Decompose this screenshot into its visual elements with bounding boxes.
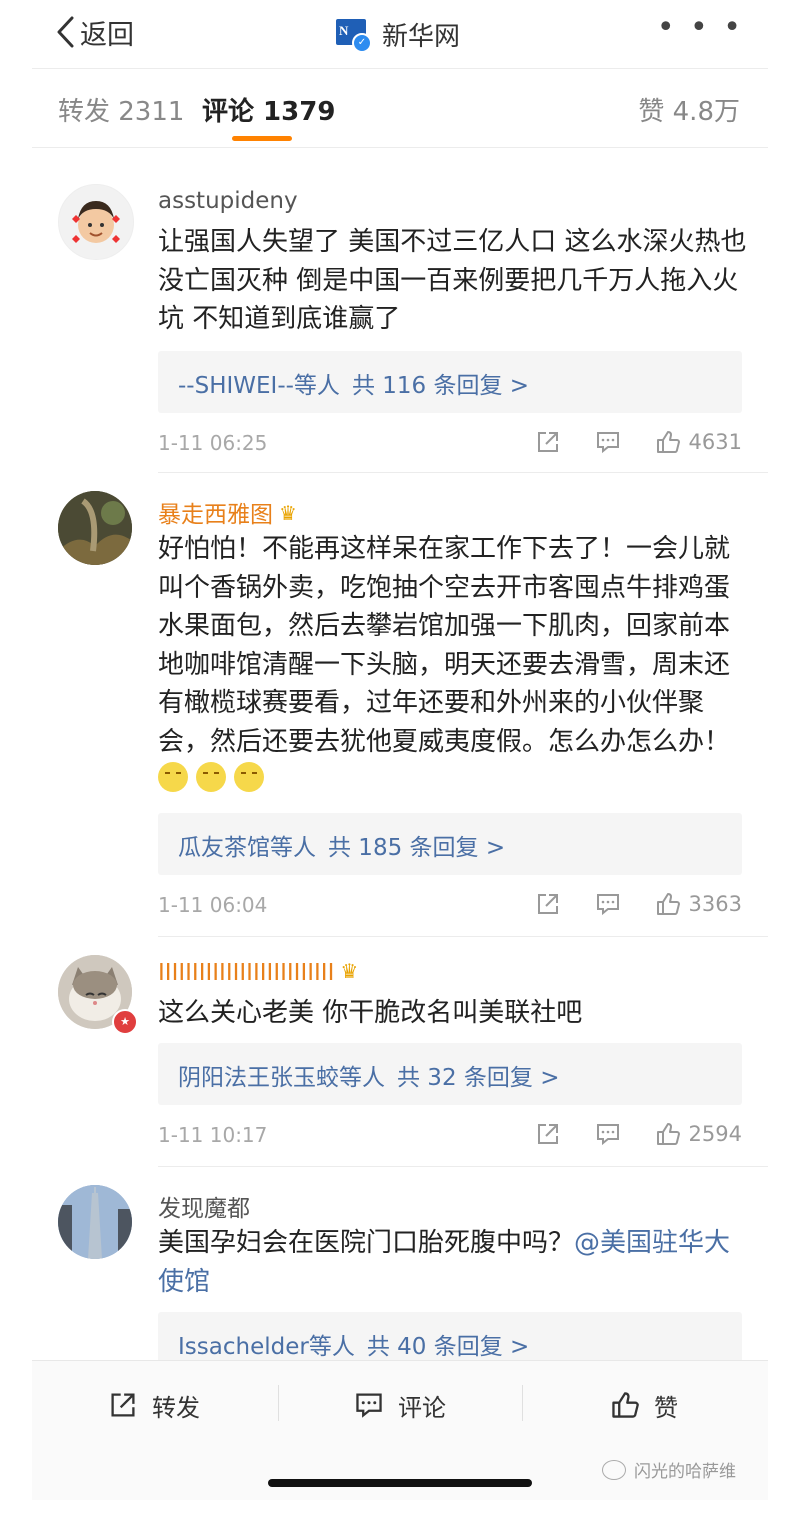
tab-bar: 转发 2311 评论 1379 赞 4.8万 xyxy=(32,69,768,148)
comment-username[interactable]: asstupideny xyxy=(158,188,298,214)
back-label: 返回 xyxy=(80,19,134,51)
comment-icon xyxy=(596,1124,619,1146)
watermark: 闪光的哈萨维 xyxy=(602,1457,736,1482)
avatar[interactable] xyxy=(58,491,132,565)
like-button[interactable]: 3363 xyxy=(655,891,742,917)
comment-username[interactable]: 发现魔都 xyxy=(158,1189,250,1223)
comment-button[interactable] xyxy=(595,1121,621,1147)
comment-text: 这么关心老美 你干脆改名叫美联社吧 xyxy=(158,998,583,1028)
like-button[interactable]: 2594 xyxy=(655,1121,742,1147)
comment-text: 美国孕妇会在医院门口胎死腹中吗？@美国驻华大使馆 xyxy=(158,1228,731,1297)
comment-username[interactable]: 暴走西雅图 ♛ xyxy=(158,495,297,529)
reply-count: 共 116 条回复 > xyxy=(351,373,530,399)
chevron-left-icon xyxy=(57,16,74,48)
reply-users: 瓜友茶馆等人 xyxy=(178,835,316,861)
reply-summary[interactable]: --SHIWEI--等人共 116 条回复 > xyxy=(158,351,742,413)
active-tab-indicator xyxy=(232,136,292,141)
share-icon xyxy=(111,1393,135,1417)
divider xyxy=(158,1166,768,1167)
divider xyxy=(158,472,768,473)
share-button[interactable] xyxy=(535,891,561,917)
repost-button[interactable]: 转发 xyxy=(108,1385,200,1425)
avatar[interactable] xyxy=(58,1185,132,1259)
comment-text: 让强国人失望了 美国不过三亿人口 这么水深火热也没亡国灭种 倒是中国一百来例要把… xyxy=(158,227,747,334)
share-icon xyxy=(537,432,558,452)
reply-users: --SHIWEI--等人 xyxy=(178,373,340,399)
divider xyxy=(158,936,768,937)
reply-count: 共 40 条回复 > xyxy=(366,1334,530,1360)
reply-summary[interactable]: 瓜友茶馆等人共 185 条回复 > xyxy=(158,813,742,875)
like-count: 2594 xyxy=(688,1122,742,1146)
comment-time: 1-11 06:25 xyxy=(158,431,268,455)
share-icon xyxy=(537,894,558,914)
bottom-action-bar: 转发 评论 赞 闪光的哈萨维 xyxy=(32,1360,768,1500)
comment-username[interactable]: IIIIIIIIIIIIIIIIIIIIIIIIII ♛ xyxy=(158,959,358,986)
like-label: 赞 xyxy=(654,1393,678,1422)
sweat-emoji-icon xyxy=(158,762,188,792)
home-indicator[interactable] xyxy=(268,1479,532,1487)
share-icon xyxy=(537,1124,558,1144)
verified-badge-icon: ✓ xyxy=(352,33,372,53)
separator xyxy=(522,1385,523,1421)
comment-icon xyxy=(596,432,619,454)
share-button[interactable] xyxy=(535,1121,561,1147)
thumbs-up-icon xyxy=(612,1392,639,1418)
thumbs-up-icon xyxy=(656,893,680,915)
comment-meta: 1-11 06:04 3363 xyxy=(158,891,742,921)
comment-icon xyxy=(596,894,619,916)
tab-repost[interactable]: 转发 2311 xyxy=(58,91,184,128)
reply-users: 阴阳法王张玉蛟等人 xyxy=(178,1065,385,1091)
like-count: 3363 xyxy=(688,892,742,916)
page-title: 新华网 xyxy=(382,21,461,52)
tab-like[interactable]: 赞 4.8万 xyxy=(638,91,740,128)
thumbs-up-icon xyxy=(656,1123,680,1145)
comment-button[interactable] xyxy=(595,429,621,455)
wechat-icon xyxy=(602,1459,626,1480)
reply-count: 共 32 条回复 > xyxy=(397,1065,560,1091)
reply-users: Issachelder等人 xyxy=(178,1334,355,1360)
page-title-group: N ✓ 新华网 xyxy=(336,14,460,54)
avatar[interactable] xyxy=(58,184,134,260)
repost-label: 转发 xyxy=(152,1393,200,1422)
separator xyxy=(278,1385,279,1421)
certification-badge-icon: ★ xyxy=(112,1009,138,1035)
thumbs-up-icon xyxy=(656,431,680,453)
sweat-emoji-icon xyxy=(234,762,264,792)
like-action-button[interactable]: 赞 xyxy=(610,1385,678,1425)
like-button[interactable]: 4631 xyxy=(655,429,742,455)
back-button[interactable]: 返回 xyxy=(54,12,134,52)
comment-meta: 1-11 06:25 4631 xyxy=(158,429,742,459)
share-button[interactable] xyxy=(535,429,561,455)
comment-label: 评论 xyxy=(398,1393,446,1422)
comment-text: 好怕怕！不能再这样呆在家工作下去了！一会儿就叫个香锅外卖，吃饱抽个空去开市客囤点… xyxy=(158,530,748,800)
comment-button[interactable] xyxy=(595,891,621,917)
phone-screen: 返回 N ✓ 新华网 • • • 转发 2311 评论 1379 赞 4.8万 xyxy=(32,0,768,1500)
vip-crown-icon: ♛ xyxy=(279,501,297,525)
top-nav-bar: 返回 N ✓ 新华网 • • • xyxy=(32,0,768,69)
comment-meta: 1-11 10:17 2594 xyxy=(158,1121,742,1151)
more-options-button[interactable]: • • • xyxy=(657,13,744,43)
comment-time: 1-11 06:04 xyxy=(158,893,268,917)
vip-crown-icon: ♛ xyxy=(340,959,359,983)
like-count: 4631 xyxy=(688,430,742,454)
reply-count: 共 185 条回复 > xyxy=(328,835,506,861)
reply-summary[interactable]: 阴阳法王张玉蛟等人共 32 条回复 > xyxy=(158,1043,742,1105)
comment-icon xyxy=(356,1393,382,1418)
sweat-emoji-icon xyxy=(196,762,226,792)
comment-time: 1-11 10:17 xyxy=(158,1123,268,1147)
xinhua-logo: N ✓ xyxy=(336,17,372,53)
comment-action-button[interactable]: 评论 xyxy=(354,1385,446,1425)
tab-comment[interactable]: 评论 1379 xyxy=(202,91,335,128)
